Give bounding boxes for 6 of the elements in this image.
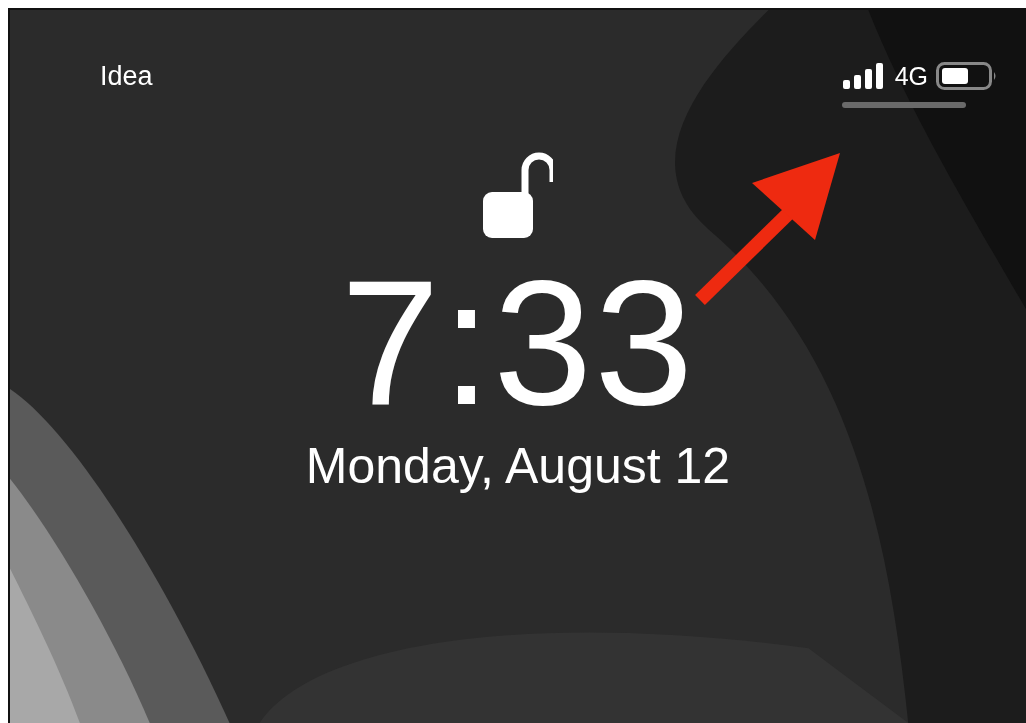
- clock-date: Monday, August 12: [305, 437, 731, 496]
- clock-time: 7:33: [340, 254, 696, 432]
- network-type: 4G: [894, 61, 928, 91]
- carrier-name: Idea: [100, 60, 153, 92]
- control-center-handle[interactable]: [842, 102, 966, 108]
- battery-icon: [936, 62, 998, 90]
